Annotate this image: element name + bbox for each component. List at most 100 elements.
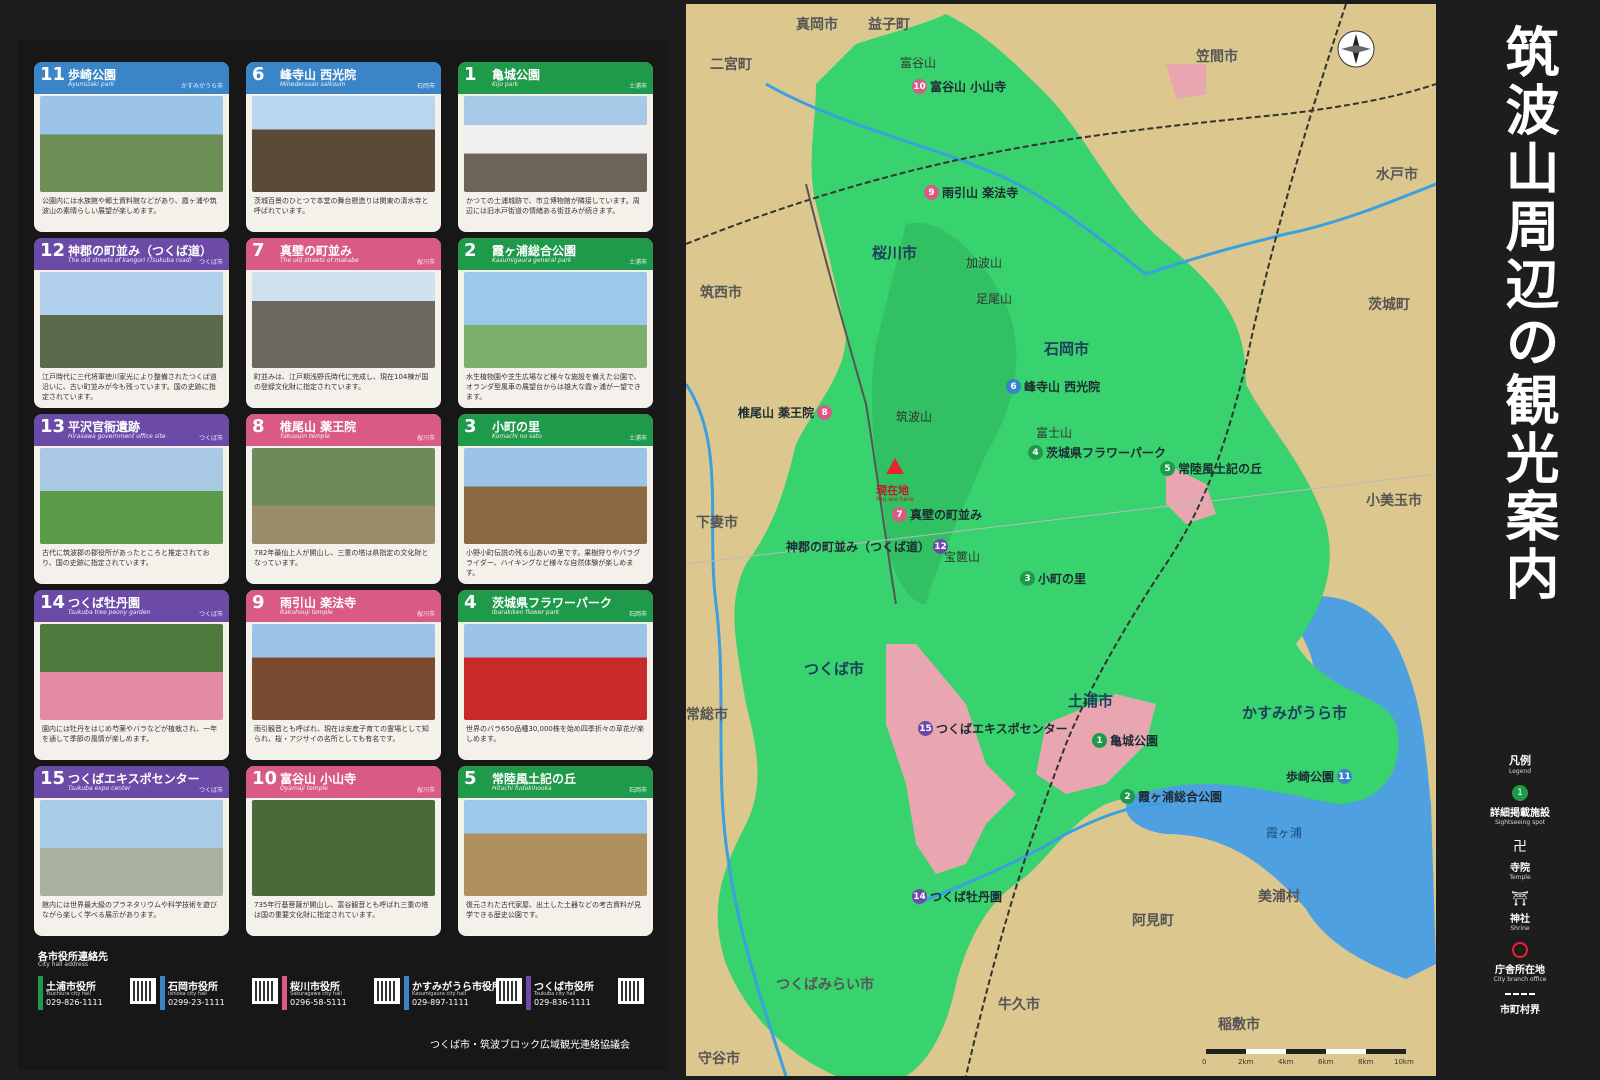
title-panel: 筑波山周辺の観光案内 凡例 Legend 1 詳細掲載施設 Sightseeing… [1438, 0, 1600, 1080]
map-spot-label: つくば牡丹園 [930, 890, 1003, 904]
spot-photo [464, 800, 647, 896]
spot-photo [40, 96, 223, 192]
spot-number-icon: 4 [1028, 445, 1043, 460]
spot-number: 7 [252, 240, 265, 261]
main-city-label: 石岡市 [1044, 340, 1090, 358]
city-label: 真岡市 [796, 17, 838, 33]
legend-item: 市町村界 [1460, 993, 1580, 1016]
spot-photo [464, 624, 647, 720]
qr-code-icon[interactable] [252, 978, 278, 1004]
spot-description: 世界のバラ650品種30,000株を始め四季折々の草花が楽しめます。 [466, 725, 644, 743]
map-spot-label: 峰寺山 西光院 [1024, 380, 1101, 394]
contact-item: 石岡市役所 Ishioka city hall 0299-23-1111 [160, 976, 278, 1010]
legend-item: ⛩ 神社 Shrine [1460, 891, 1580, 932]
spot-description: 館内には世界最大級のプラネタリウムや科学技術を遊びながら楽しく学べる展示がありま… [42, 901, 217, 919]
spot-photo [40, 272, 223, 368]
spot-subtitle: Minederasan saikouin [280, 81, 346, 88]
spot-subtitle: Yakuouin temple [280, 433, 330, 440]
map-spot-marker: 5 常陸風土記の丘 [1160, 460, 1262, 477]
spot-subtitle: Kijo park [492, 81, 519, 88]
contact-item: 桜川市役所 Sakuragawa city hall 0296-58-5111 [282, 976, 400, 1010]
spot-photo [464, 96, 647, 192]
main-city-label: 土浦市 [1068, 692, 1114, 710]
spot-card: 7 真壁の町並み The old streets of makabe 桜川市 町… [246, 238, 441, 408]
map-spot-marker: 10 富谷山 小山寺 [912, 78, 1006, 95]
scale-label: 2km [1238, 1058, 1254, 1066]
spot-city: つくば市 [198, 787, 223, 794]
spot-city: 石岡市 [416, 83, 435, 90]
spot-subtitle: The old streets of kangori (Tsukuba road… [68, 257, 192, 264]
legend-label-en: Shrine [1510, 925, 1530, 932]
spot-description: 園内には牡丹をはじめ芍薬やバラなどが植栽され、一年を通して季節の風情が楽しめます… [42, 725, 218, 743]
spot-city: 桜川市 [416, 259, 435, 266]
legend-item: 庁舎所在地 City branch office [1460, 942, 1580, 983]
scale-label: 8km [1358, 1058, 1374, 1066]
spot-card: 13 平沢官衙遺跡 Hirasawa government office sit… [34, 414, 229, 584]
spot-number-icon: 14 [912, 889, 927, 904]
qr-code-icon[interactable] [130, 978, 156, 1004]
urban-kasama [1166, 64, 1206, 99]
spot-city: つくば市 [198, 435, 223, 442]
spot-card: 14 つくば牡丹園 Tsukuba tree peony garden つくば市… [34, 590, 229, 760]
contact-name-en: Tsukuba city hall [534, 991, 576, 997]
map-spot-marker: 9 雨引山 楽法寺 [924, 184, 1018, 201]
spot-description: 茨城百景のひとつで本堂の舞台懸造りは関東の清水寺と呼ばれています。 [254, 197, 429, 215]
contact-name-en: Sakuragawa city hall [290, 991, 342, 997]
spot-number: 6 [252, 64, 265, 85]
spot-card-header: 2 霞ヶ浦総合公園 Kasumigaura general park 土浦市 [458, 238, 653, 270]
spot-card-header: 12 神郡の町並み（つくば道） The old streets of kango… [34, 238, 229, 270]
spot-subtitle: Tsukuba tree peony garden [68, 609, 151, 616]
lake-label: 霞ヶ浦 [1266, 826, 1303, 840]
spot-card-header: 15 つくばエキスポセンター Tsukuba expo center つくば市 [34, 766, 229, 798]
contact-phone: 029-897-1111 [412, 998, 469, 1007]
spot-city: つくば市 [198, 611, 223, 618]
spot-photo [40, 624, 223, 720]
footer-organization: つくば市・筑波ブロック広域観光連絡協議会 [430, 1040, 630, 1051]
city-label: 水戸市 [1376, 167, 1418, 183]
spot-description: 江戸時代に三代将軍徳川家光により整備されたつくば道沿いに、古い町並みが今も残って… [42, 373, 217, 401]
spot-card-header: 5 常陸風土記の丘 Hitachi fudokinooka 石岡市 [458, 766, 653, 798]
map-spot-label: 小町の里 [1038, 572, 1087, 586]
spot-city: 桜川市 [416, 435, 435, 442]
spot-description: 782年最仙上人が開山し、三重の塔は県指定の文化財となっています。 [254, 549, 429, 567]
spot-photo [40, 800, 223, 896]
spot-card-header: 13 平沢官衙遺跡 Hirasawa government office sit… [34, 414, 229, 446]
spot-photo [252, 272, 435, 368]
spot-city: 石岡市 [628, 611, 647, 618]
spot-description: かつての土浦城跡で、市立博物館が隣接しています。周辺には旧水戸街道の情緒ある街並… [466, 197, 640, 215]
map-spot-label: 茨城県フラワーパーク [1046, 446, 1166, 460]
city-label: 益子町 [868, 17, 910, 33]
qr-code-icon[interactable] [618, 978, 644, 1004]
spot-photo [252, 96, 435, 192]
contact-color-bar [38, 976, 43, 1010]
spot-subtitle: Hirasawa government office site [68, 433, 166, 440]
contact-item: 土浦市役所 Tsuchiura city hall 029-826-1111 [38, 976, 156, 1010]
map-spot-label: 歩崎公園 [1286, 770, 1335, 784]
spot-description: 735年行基菩薩が開山し、富谷観音とも呼ばれ三重の塔は国の重要文化財に指定されて… [254, 901, 429, 919]
map-spot-label: 亀城公園 [1110, 734, 1159, 748]
city-label: つくばみらい市 [776, 977, 874, 993]
qr-code-icon[interactable] [374, 978, 400, 1004]
spot-subtitle: Komachi no sato [492, 433, 542, 440]
spot-number: 15 [40, 768, 66, 789]
shrine-icon: ⛩ [1511, 891, 1529, 907]
spot-cards-grid: 11 歩崎公園 Ayumizaki park かすみがうら市 公園内には水族館や… [34, 62, 664, 952]
city-label: 阿見町 [1132, 913, 1174, 929]
current-location-label-en: You are here [876, 496, 914, 503]
map-spot-label: 椎尾山 薬王院 [738, 406, 815, 420]
map-spot-marker: 3 小町の里 [1020, 570, 1086, 587]
contact-phone: 0296-58-5111 [290, 998, 347, 1007]
spot-card-header: 11 歩崎公園 Ayumizaki park かすみがうら市 [34, 62, 229, 94]
spot-number: 11 [40, 64, 66, 85]
spot-description: 復元された古代家屋、出土した土器などの考古資料が見学できる歴史公園です。 [466, 901, 641, 919]
spot-photo [252, 448, 435, 544]
spot-city: 桜川市 [416, 787, 435, 794]
qr-code-icon[interactable] [496, 978, 522, 1004]
map-spot-label: 雨引山 楽法寺 [942, 186, 1019, 200]
spot-city: かすみがうら市 [180, 83, 223, 90]
spot-number-icon: 12 [933, 539, 949, 554]
contact-item: かすみがうら市役所 Kasumigaura city hall 029-897-… [404, 976, 522, 1010]
map-spot-label: 常陸風土記の丘 [1178, 462, 1263, 476]
boundary-line-icon [1505, 993, 1535, 995]
city-label: 笠間市 [1196, 49, 1238, 65]
